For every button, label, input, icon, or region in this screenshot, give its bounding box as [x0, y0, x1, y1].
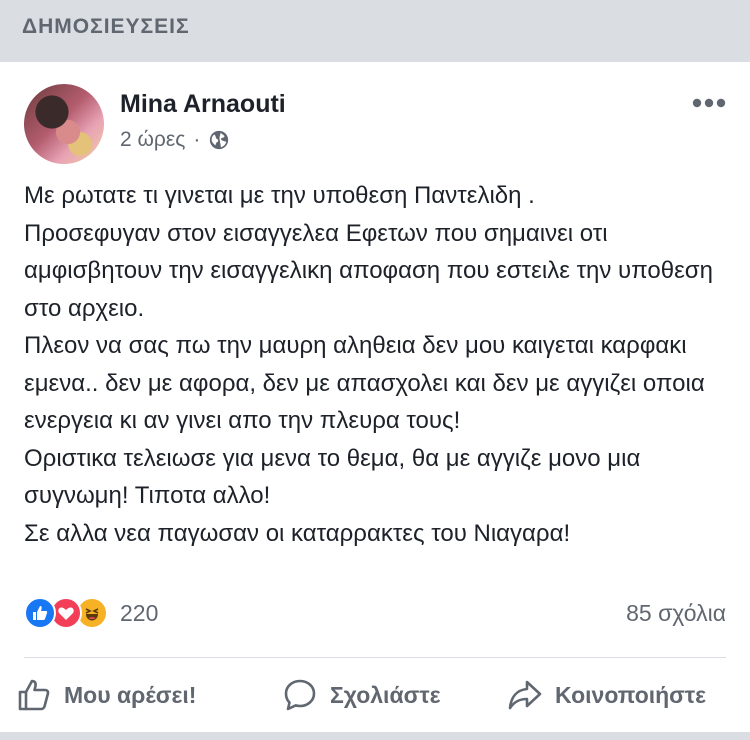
- meta-separator: ·: [193, 128, 201, 151]
- divider: [24, 657, 726, 658]
- avatar[interactable]: [24, 84, 104, 164]
- like-button-label: Μου αρέσει!: [64, 681, 197, 708]
- section-title: ΔΗΜΟΣΙΕΥΣΕΙΣ: [22, 15, 190, 38]
- like-button[interactable]: Μου αρέσει!: [16, 676, 196, 714]
- globe-icon: [210, 130, 229, 150]
- post-time[interactable]: 2 ώρες: [120, 128, 185, 152]
- share-button[interactable]: Κοινοποιήστε: [507, 676, 706, 714]
- share-icon: [508, 680, 542, 710]
- more-options-icon[interactable]: [692, 98, 726, 108]
- comments-count[interactable]: 85 σχόλια: [626, 600, 726, 627]
- share-button-label: Κοινοποιήστε: [555, 681, 707, 708]
- comment-button-label: Σχολιάστε: [330, 681, 441, 708]
- author-name[interactable]: Mina Arnaouti: [120, 90, 286, 119]
- thumbs-up-icon: [18, 679, 50, 711]
- comment-button[interactable]: Σχολιάστε: [282, 676, 441, 714]
- action-bar: Μου αρέσει! Σχολιάστε Κοινοποιήστε: [0, 666, 750, 724]
- section-header: ΔΗΜΟΣΙΕΥΣΕΙΣ: [0, 0, 750, 56]
- post-text: Με ρωτατε τι γινεται με την υποθεση Παντ…: [24, 182, 713, 547]
- reactions-summary[interactable]: 220: [24, 597, 159, 629]
- like-icon: [24, 597, 56, 629]
- post-meta: 2 ώρες ·: [120, 128, 230, 152]
- comment-icon: [284, 679, 316, 711]
- reactions-count: 220: [120, 599, 159, 626]
- post-card: Mina Arnaouti 2 ώρες · Με ρωτατε τι γινε…: [0, 62, 750, 732]
